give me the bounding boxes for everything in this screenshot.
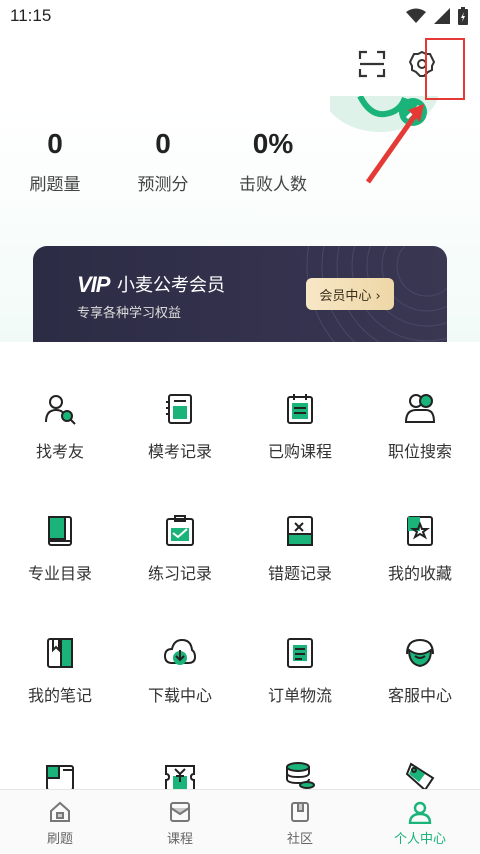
grid-item-job-search[interactable]: 职位搜索 xyxy=(360,392,480,502)
grid-label: 错题记录 xyxy=(267,564,332,583)
tab-label: 个人中心 xyxy=(393,832,446,847)
notes-icon xyxy=(47,638,73,668)
find-friend-icon xyxy=(45,395,76,425)
vip-card[interactable]: VIP 小麦公考会员 专享各种学习权益 会员中心 › xyxy=(33,246,447,346)
stat-value: 0% xyxy=(252,128,294,159)
grid-item-customer-service[interactable]: 客服中心 xyxy=(360,636,480,746)
status-time: 11:15 xyxy=(10,6,52,25)
major-catalog-icon xyxy=(48,516,72,546)
grid-item-order-logistics[interactable]: 订单物流 xyxy=(240,636,360,746)
grid-label: 下载中心 xyxy=(147,686,212,705)
vip-title: 小麦公考会员 xyxy=(117,275,225,296)
scan-button[interactable] xyxy=(352,44,392,84)
tab-label: 刷题 xyxy=(46,832,73,847)
vip-logo: VIP xyxy=(77,272,110,297)
status-bar: 11:15 xyxy=(0,0,480,34)
grid-label: 我的笔记 xyxy=(27,686,92,705)
tab-label: 社区 xyxy=(286,832,313,847)
stat-predicted-score[interactable]: 0 预测分 xyxy=(108,128,218,195)
grid-item-major-catalog[interactable]: 专业目录 xyxy=(0,514,120,624)
purchased-course-icon xyxy=(287,394,313,424)
wrong-record-icon xyxy=(287,516,313,546)
stat-label: 刷题量 xyxy=(29,175,81,195)
grid-label: 职位搜索 xyxy=(387,442,452,461)
grid-label: 模考记录 xyxy=(147,442,212,461)
scan-icon xyxy=(358,50,386,78)
tab-course[interactable]: 课程 xyxy=(120,790,240,854)
member-center-button[interactable]: 会员中心 › xyxy=(306,278,394,310)
grid-item-purchased-course[interactable]: 已购课程 xyxy=(240,392,360,502)
stat-beat-percent[interactable]: 0% 击败人数 xyxy=(218,128,328,195)
home-icon xyxy=(50,801,70,822)
tab-profile[interactable]: 个人中心 xyxy=(360,790,480,854)
favorites-icon xyxy=(407,516,433,546)
tab-community[interactable]: 社区 xyxy=(240,790,360,854)
community-icon xyxy=(291,802,309,822)
grid-label: 我的收藏 xyxy=(387,564,452,583)
tab-practice[interactable]: 刷题 xyxy=(0,790,120,854)
stat-value: 0 xyxy=(47,128,63,159)
signal-icon xyxy=(434,8,450,24)
stat-label: 预测分 xyxy=(137,175,189,195)
grid-item-practice-record[interactable]: 练习记录 xyxy=(120,514,240,624)
grid-item-download-center[interactable]: 下载中心 xyxy=(120,636,240,746)
stat-question-count[interactable]: 0 刷题量 xyxy=(0,128,110,195)
grid-label: 练习记录 xyxy=(147,564,212,583)
battery-icon xyxy=(458,7,468,25)
feature-grid: 找考友 模考记录 已购课程 职位搜索 专业目录 练习记录 错题记录 我的收藏 我… xyxy=(0,342,480,792)
status-icons xyxy=(406,7,468,25)
grid-label: 已购课程 xyxy=(267,442,332,461)
grid-label: 找考友 xyxy=(35,442,84,461)
grid-label: 客服中心 xyxy=(387,686,452,705)
vip-subtitle: 专享各种学习权益 xyxy=(77,306,182,321)
wifi-icon xyxy=(406,8,426,23)
mock-record-icon xyxy=(166,394,192,424)
download-icon xyxy=(163,638,197,665)
annotation-arrow-icon xyxy=(365,104,424,184)
grid-item-find-friend[interactable]: 找考友 xyxy=(0,392,120,502)
job-search-icon xyxy=(404,394,436,423)
stat-value: 0 xyxy=(155,128,171,159)
grid-label: 订单物流 xyxy=(267,686,332,705)
grid-item-notes[interactable]: 我的笔记 xyxy=(0,636,120,746)
bottom-tab-bar: 刷题 课程 社区 个人中心 xyxy=(0,789,480,854)
annotation-highlight-box xyxy=(425,38,465,100)
grid-item-mock-record[interactable]: 模考记录 xyxy=(120,392,240,502)
grid-item-wrong-record[interactable]: 错题记录 xyxy=(240,514,360,624)
stat-label: 击败人数 xyxy=(239,175,307,195)
service-icon xyxy=(406,638,434,668)
grid-item-favorites[interactable]: 我的收藏 xyxy=(360,514,480,624)
profile-icon xyxy=(408,801,432,824)
grid-label: 专业目录 xyxy=(27,564,92,583)
practice-record-icon xyxy=(166,515,194,546)
order-icon xyxy=(287,638,313,668)
course-icon xyxy=(170,802,190,822)
tab-label: 课程 xyxy=(166,832,193,847)
